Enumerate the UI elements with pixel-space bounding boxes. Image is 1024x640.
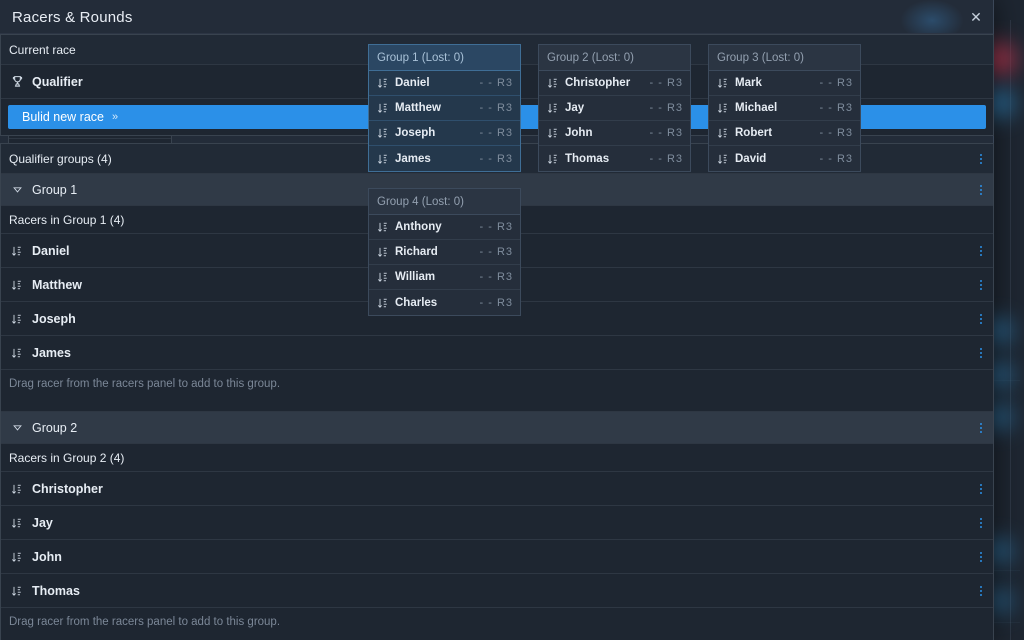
group-card-racer-name: Charles [395,297,480,309]
group-card-racer-result: - - R3 [480,77,514,89]
group-card-row[interactable]: William- - R3 [369,265,520,290]
group-card-racer-result: - - R3 [650,153,684,165]
sort-updown-icon [9,481,25,497]
group-card-racer-result: - - R3 [480,153,514,165]
group-card-row[interactable]: Charles- - R3 [369,290,520,315]
group-card-racer-name: Jay [565,102,650,114]
group-card-4[interactable]: Group 4 (Lost: 0)Anthony- - R3Richard- -… [368,188,521,316]
group-card-racer-result: - - R3 [820,77,854,89]
sort-updown-icon [546,102,559,115]
group-card-title: Group 3 (Lost: 0) [709,45,860,71]
group-card-racer-name: Michael [735,102,820,114]
sort-updown-icon [376,296,389,309]
close-icon[interactable]: ✕ [965,6,987,28]
group-card-racer-result: - - R3 [480,221,514,233]
group-card-racer-result: - - R3 [480,102,514,114]
group-card-racer-name: Robert [735,127,820,139]
group-card-racer-name: Matthew [395,102,480,114]
dialog-titlebar: Racers & Rounds ✕ [0,0,993,34]
group-card-racer-name: Christopher [565,77,650,89]
group-card-row[interactable]: Michael- - R3 [709,96,860,121]
sort-updown-icon [716,102,729,115]
sort-updown-icon [9,345,25,361]
group-card-racer-name: Daniel [395,77,480,89]
group-card-row[interactable]: Richard- - R3 [369,240,520,265]
chevron-right-icon: » [112,111,118,123]
group-card-row[interactable]: Daniel- - R3 [369,71,520,96]
group-card-racer-result: - - R3 [480,297,514,309]
groups-board: Group 1 (Lost: 0)Daniel- - R3Matthew- - … [364,40,986,638]
group-card-racer-result: - - R3 [650,127,684,139]
dialog-body: Racers (16) Michael#1Matthew#2Mark#3Will… [0,34,994,640]
group-card-racer-result: - - R3 [820,127,854,139]
sort-updown-icon [376,152,389,165]
group-card-racer-name: Joseph [395,127,480,139]
sort-updown-icon [716,152,729,165]
sort-updown-icon [376,246,389,259]
group-card-racer-result: - - R3 [820,153,854,165]
group-card-racer-name: David [735,153,820,165]
group-card-racer-name: Mark [735,77,820,89]
group-card-row[interactable]: Thomas- - R3 [539,146,690,171]
group-card-row[interactable]: John- - R3 [539,121,690,146]
sort-updown-icon [9,549,25,565]
sort-updown-icon [9,277,25,293]
group-card-2[interactable]: Group 2 (Lost: 0)Christopher- - R3Jay- -… [538,44,691,172]
group-card-1[interactable]: Group 1 (Lost: 0)Daniel- - R3Matthew- - … [368,44,521,172]
group-card-racer-result: - - R3 [480,127,514,139]
group-card-title: Group 2 (Lost: 0) [539,45,690,71]
chevron-down-icon [9,182,25,198]
sort-updown-icon [376,102,389,115]
sort-updown-icon [9,515,25,531]
racers-rounds-dialog: Racers & Rounds ✕ Racers (16) Michael#1M… [0,0,994,640]
group-card-racer-name: James [395,153,480,165]
sort-updown-icon [716,77,729,90]
group-card-racer-result: - - R3 [480,271,514,283]
group-card-row[interactable]: Mark- - R3 [709,71,860,96]
sort-updown-icon [546,127,559,140]
group-card-racer-name: John [565,127,650,139]
rounds-panel: Current race Qualifier [0,34,176,632]
group-card-row[interactable]: Joseph- - R3 [369,121,520,146]
build-new-race-label: Bulid new race [22,110,104,124]
sort-updown-icon [716,127,729,140]
sort-updown-icon [9,243,25,259]
group-card-racer-result: - - R3 [650,77,684,89]
group-card-row[interactable]: Anthony- - R3 [369,215,520,240]
group-card-title: Group 1 (Lost: 0) [369,45,520,71]
sort-updown-icon [376,77,389,90]
sort-updown-icon [546,77,559,90]
group-card-racer-result: - - R3 [650,102,684,114]
chevron-down-icon [9,420,25,436]
group-card-3[interactable]: Group 3 (Lost: 0)Mark- - R3Michael- - R3… [708,44,861,172]
group-card-racer-name: Thomas [565,153,650,165]
group-card-row[interactable]: James- - R3 [369,146,520,171]
group-card-row[interactable]: Robert- - R3 [709,121,860,146]
group-card-racer-name: Richard [395,246,480,258]
sort-updown-icon [376,221,389,234]
sort-updown-icon [376,271,389,284]
sort-updown-icon [9,311,25,327]
group-card-row[interactable]: Christopher- - R3 [539,71,690,96]
sort-updown-icon [546,152,559,165]
titlebar-glow [901,0,963,34]
sort-updown-icon [376,127,389,140]
group-card-racer-name: Anthony [395,221,480,233]
group-card-row[interactable]: David- - R3 [709,146,860,171]
group-card-racer-result: - - R3 [820,102,854,114]
group-card-racer-result: - - R3 [480,246,514,258]
trophy-icon [9,74,25,90]
page-title: Racers & Rounds [0,9,133,26]
sort-updown-icon [9,583,25,599]
group-card-row[interactable]: Matthew- - R3 [369,96,520,121]
group-card-title: Group 4 (Lost: 0) [369,189,520,215]
group-card-row[interactable]: Jay- - R3 [539,96,690,121]
group-card-racer-name: William [395,271,480,283]
